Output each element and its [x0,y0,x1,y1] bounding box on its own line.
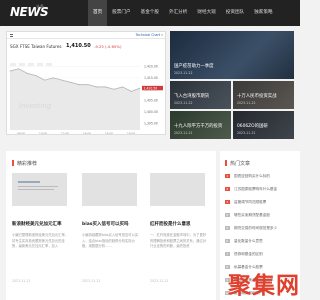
feature-card[interactable]: 飞入台湾股市期货 2023-11-22 [170,81,231,109]
rank-badge: 6 [225,238,230,243]
hot-article-item[interactable]: 6 量化数量什么意思 [225,236,300,247]
data-point [26,72,28,74]
rank-badge: 2 [225,186,230,191]
hot-article-title[interactable]: 江苏国泰股票明年什么基金 [234,187,277,192]
article-date: 2023-11-21 [150,279,169,283]
card-caption: 飞入台湾股市期货 [174,94,210,99]
x-tick-label: 16:00 [105,132,113,136]
futures-chart-widget: Technical Chart » SGX FTSE Taiwan Future… [6,31,166,135]
card-date: 2023-11-21 [174,131,193,135]
nav-finance[interactable]: 财经大观 [192,0,220,26]
article-title[interactable]: 新浪财经美元兑加元汇率 [12,221,62,227]
hot-article-item[interactable]: 5 期货交易的时间规范是多少 [225,223,300,234]
hot-article-title[interactable]: 期货交易的时间规范是多少 [234,226,277,231]
rank-badge: 4 [225,212,230,217]
data-point [44,79,46,81]
data-point [78,84,80,86]
hot-article-title[interactable]: 量化数量什么意思 [234,239,263,244]
section-marker [12,160,14,166]
data-point [113,88,115,90]
card-date: 2023-11-22 [174,71,193,75]
rank-badge: 7 [225,251,230,256]
y-tick-label: 1,420.00 [144,65,158,69]
nav-forex[interactable]: 外汇分析 [164,0,192,26]
recommend-section: 精彩推荐 新浪财经美元兑加元汇率 bias买入信号可以买吗 红杆而投是什么意思 … [6,151,216,300]
feature-card[interactable]: 十九人际平方千万的投资 2023-11-21 [170,111,231,139]
hot-article-title[interactable]: 债券和基金的区别 [234,252,263,257]
card-date: 2023-11-21 [237,131,256,135]
rank-badge: 1 [225,173,230,178]
hot-article-item[interactable]: 2 江苏国泰股票明年什么基金 [225,184,300,195]
data-point [96,86,98,88]
hot-article-item[interactable]: 3 监管调节同花顺股票 [225,197,300,208]
data-point [130,91,132,92]
feature-card[interactable]: 国产疫苗助力一季度 2023-11-22 [170,31,294,79]
data-point [70,82,72,83]
x-tick-label: 12:00 [61,132,69,136]
x-tick-label: 08:00 [17,132,25,136]
nav-funds[interactable]: 基金个股 [136,0,164,26]
hot-article-title[interactable]: 国债逆回购买什么标的 [234,174,270,179]
x-tick-label: 14:00 [83,132,91,136]
card-caption: 国产疫苗助力一季度 [174,64,214,69]
card-date: 2023-11-22 [174,101,193,105]
section-title: 精彩推荐 [17,161,38,167]
hot-article-title[interactable]: 监管调节同花顺股票 [234,200,266,205]
nav-investment[interactable]: 投资团队 [221,0,249,26]
data-point [139,87,141,89]
card-caption: 十九人际平方千万的投资 [174,124,223,129]
feature-card[interactable]: 0606ZO的国研 2023-11-21 [233,111,294,139]
site-watermark: 聚集网 [228,273,300,299]
x-tick-label: 18:00 [127,132,135,136]
y-tick-label: 1,415.00 [144,76,158,80]
hot-article-item[interactable]: 4 哪些买卖期货配基金股 [225,210,300,221]
section-marker [225,160,227,166]
main-nav: 首页 股票门户 基金个股 外汇分析 财经大观 投资团队 独家策略 [88,0,278,26]
price-chart[interactable]: 1,420.001,415.001,410.001,405.001,400.00… [7,32,166,135]
article-thumbnail[interactable] [12,173,67,206]
hot-article-item[interactable]: 7 债券和基金的区别 [225,249,300,260]
article-summary: 一、红杆而投在金融市场中，为了更好的理解投资和股票之间的关系，通过对行业走势的判… [150,233,207,249]
hot-article-title[interactable]: 哪些买卖期货配基金股 [234,213,270,218]
rank-badge: 3 [225,199,230,204]
nav-stocks[interactable]: 股票门户 [107,0,135,26]
data-point [122,86,124,88]
logo-superscript: 头条 [36,4,44,9]
hot-article-item[interactable]: 1 国债逆回购买什么标的 [225,171,300,182]
data-point [18,68,20,70]
article-date: 2023-11-21 [82,279,101,283]
article-title[interactable]: 红杆而投是什么意思 [150,221,191,227]
data-point [104,86,106,88]
y-tick-label: 1,405.00 [144,99,158,103]
data-point [87,84,89,86]
section-title: 热门文章 [230,161,251,167]
y-tick-label: 1,395.00 [144,121,158,125]
data-point [52,77,54,79]
x-tick-label: 10:00 [39,132,47,136]
article-thumbnail[interactable] [82,173,137,206]
current-price-label: 1,410.50 [144,86,158,90]
data-point [9,70,11,72]
nav-home[interactable]: 首页 [88,0,108,26]
investing-watermark: Investing [19,102,52,110]
nav-strategy[interactable]: 独家策略 [249,0,277,26]
article-summary: 小编持续跟踪bias买入信号是否可以买入，结合bias指标的趋势分析实际价格，用… [82,233,139,249]
article-thumbnail[interactable] [150,173,205,206]
card-date: 2023-11-22 [237,101,256,105]
article-summary: 小编已整理新浪财经美元兑加元汇率，将专注实际投资跟踪美元兑加元的走势，最新美元兑… [12,233,69,249]
rank-badge: 5 [225,225,230,230]
data-point [35,75,37,76]
article-title[interactable]: bias买入信号可以买吗 [82,221,128,227]
feature-card[interactable]: 十万人民币投资实战 2023-11-22 [233,81,294,109]
card-caption: 0606ZO的国研 [237,124,268,129]
top-header: NEWS 头条 首页 股票门户 基金个股 外汇分析 财经大观 投资团队 独家策略 [0,0,300,26]
card-caption: 十万人民币投资实战 [237,94,277,99]
data-point [61,79,63,81]
y-tick-label: 1,400.00 [144,110,158,114]
article-date: 2023-11-21 [12,279,31,283]
